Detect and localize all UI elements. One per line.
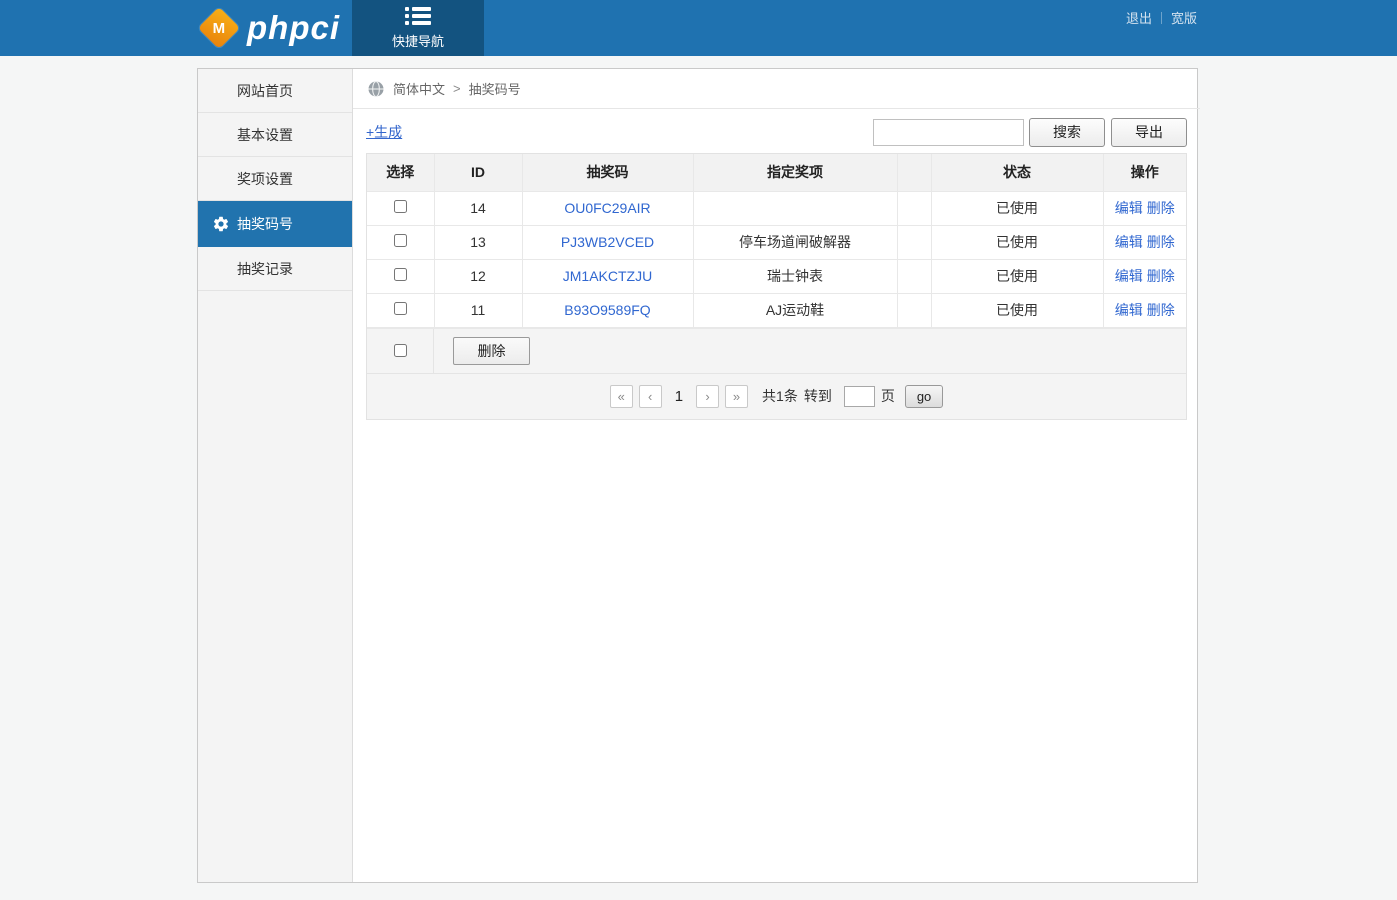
- next-page-button[interactable]: ›: [696, 385, 719, 408]
- edit-link[interactable]: 编辑: [1115, 234, 1143, 250]
- sidebar-item-home[interactable]: 网站首页: [198, 69, 352, 113]
- last-page-button[interactable]: »: [725, 385, 748, 408]
- breadcrumb-page: 抽奖码号: [469, 79, 521, 98]
- col-header-code: 抽奖码: [522, 154, 693, 191]
- sidebar-item-label: 抽奖记录: [237, 259, 293, 279]
- table-row: 11 B93O9589FQ AJ运动鞋 已使用 编辑删除: [367, 293, 1186, 327]
- bulk-actions-cell: 删除: [434, 329, 1186, 373]
- logo-m-icon: M: [198, 7, 240, 49]
- delete-link[interactable]: 删除: [1147, 200, 1175, 216]
- col-header-actions: 操作: [1103, 154, 1186, 191]
- row-id: 13: [434, 225, 522, 259]
- row-empty-cell: [897, 225, 931, 259]
- row-prize: [693, 191, 897, 225]
- breadcrumb-lang: 简体中文: [393, 79, 445, 98]
- col-header-id: ID: [434, 154, 522, 191]
- pagination: « ‹ 1 › » 共1条 转到 页 go: [367, 373, 1186, 419]
- sidebar-item-basic-settings[interactable]: 基本设置: [198, 113, 352, 157]
- quick-nav-tab[interactable]: 快捷导航: [352, 0, 484, 56]
- sidebar-item-label: 抽奖码号: [237, 214, 293, 234]
- row-id: 14: [434, 191, 522, 225]
- top-links-divider: [1161, 12, 1162, 24]
- sidebar-item-lottery-codes[interactable]: 抽奖码号: [198, 201, 352, 247]
- row-prize: 瑞士钟表: [693, 259, 897, 293]
- col-header-select: 选择: [367, 154, 434, 191]
- row-status: 已使用: [931, 293, 1103, 327]
- logo-text: phpci: [243, 9, 340, 47]
- delete-link[interactable]: 删除: [1147, 234, 1175, 250]
- row-status: 已使用: [931, 191, 1103, 225]
- first-page-button[interactable]: «: [610, 385, 633, 408]
- row-id: 12: [434, 259, 522, 293]
- bulk-actions-row: 删除: [367, 328, 1186, 373]
- edit-link[interactable]: 编辑: [1115, 268, 1143, 284]
- delete-link[interactable]: 删除: [1147, 302, 1175, 318]
- row-status: 已使用: [931, 225, 1103, 259]
- row-checkbox[interactable]: [394, 302, 407, 315]
- row-prize: AJ运动鞋: [693, 293, 897, 327]
- lottery-code-table-block: 选择 ID 抽奖码 指定奖项 状态 操作 14 OU0FC29AIR: [366, 153, 1187, 420]
- code-link[interactable]: B93O9589FQ: [564, 302, 650, 318]
- sidebar-item-prize-settings[interactable]: 奖项设置: [198, 157, 352, 201]
- table-header-row: 选择 ID 抽奖码 指定奖项 状态 操作: [367, 154, 1186, 191]
- table-row: 12 JM1AKCTZJU 瑞士钟表 已使用 编辑删除: [367, 259, 1186, 293]
- code-link[interactable]: OU0FC29AIR: [564, 200, 650, 216]
- toolbar: +生成 搜索 导出: [366, 117, 1187, 147]
- row-checkbox[interactable]: [394, 268, 407, 281]
- row-checkbox[interactable]: [394, 200, 407, 213]
- goto-text: 转到: [804, 386, 832, 406]
- logo-m-letter: M: [213, 20, 226, 37]
- breadcrumb-separator: >: [453, 81, 461, 96]
- sidebar-item-label: 奖项设置: [237, 169, 293, 189]
- total-count-text: 共1条: [762, 386, 798, 406]
- sidebar-item-label: 网站首页: [237, 81, 293, 101]
- row-prize: 停车场道闸破解器: [693, 225, 897, 259]
- code-link[interactable]: JM1AKCTZJU: [563, 268, 652, 284]
- logo: M phpci: [204, 0, 340, 56]
- row-status: 已使用: [931, 259, 1103, 293]
- current-page: 1: [675, 388, 683, 405]
- globe-icon: [367, 80, 385, 98]
- main-container: 网站首页 基本设置 奖项设置 抽奖码号 抽奖记录 简体中文 > 抽: [197, 68, 1198, 883]
- top-bar: M phpci 快捷导航 退出 宽版: [0, 0, 1397, 56]
- edit-link[interactable]: 编辑: [1115, 200, 1143, 216]
- row-checkbox[interactable]: [394, 234, 407, 247]
- wide-version-link[interactable]: 宽版: [1171, 8, 1197, 27]
- col-header-status: 状态: [931, 154, 1103, 191]
- content-area: 简体中文 > 抽奖码号 +生成 搜索 导出 选择 ID 抽奖码: [353, 69, 1200, 882]
- gear-icon: [212, 215, 230, 233]
- col-header-prize: 指定奖项: [693, 154, 897, 191]
- row-empty-cell: [897, 259, 931, 293]
- row-empty-cell: [897, 293, 931, 327]
- delete-link[interactable]: 删除: [1147, 268, 1175, 284]
- top-links: 退出 宽版: [1126, 8, 1197, 27]
- col-header-empty: [897, 154, 931, 191]
- page-number-input[interactable]: [844, 386, 875, 407]
- search-input[interactable]: [873, 119, 1024, 146]
- breadcrumb: 简体中文 > 抽奖码号: [353, 69, 1200, 109]
- select-all-checkbox[interactable]: [394, 344, 407, 357]
- sidebar-item-label: 基本设置: [237, 125, 293, 145]
- export-button[interactable]: 导出: [1111, 118, 1187, 147]
- search-button[interactable]: 搜索: [1029, 118, 1105, 147]
- bulk-check-cell: [367, 329, 434, 373]
- sidebar: 网站首页 基本设置 奖项设置 抽奖码号 抽奖记录: [198, 69, 353, 882]
- quick-nav-label: 快捷导航: [392, 31, 444, 50]
- row-empty-cell: [897, 191, 931, 225]
- page-unit-text: 页: [881, 386, 895, 406]
- prev-page-button[interactable]: ‹: [639, 385, 662, 408]
- row-id: 11: [434, 293, 522, 327]
- sidebar-item-lottery-records[interactable]: 抽奖记录: [198, 247, 352, 291]
- edit-link[interactable]: 编辑: [1115, 302, 1143, 318]
- list-icon: [405, 6, 431, 26]
- table-row: 14 OU0FC29AIR 已使用 编辑删除: [367, 191, 1186, 225]
- table-row: 13 PJ3WB2VCED 停车场道闸破解器 已使用 编辑删除: [367, 225, 1186, 259]
- bulk-delete-button[interactable]: 删除: [453, 337, 530, 365]
- generate-link[interactable]: +生成: [366, 122, 402, 142]
- lottery-code-table: 选择 ID 抽奖码 指定奖项 状态 操作 14 OU0FC29AIR: [367, 154, 1186, 328]
- code-link[interactable]: PJ3WB2VCED: [561, 234, 654, 250]
- logout-link[interactable]: 退出: [1126, 8, 1152, 27]
- go-button[interactable]: go: [905, 385, 943, 408]
